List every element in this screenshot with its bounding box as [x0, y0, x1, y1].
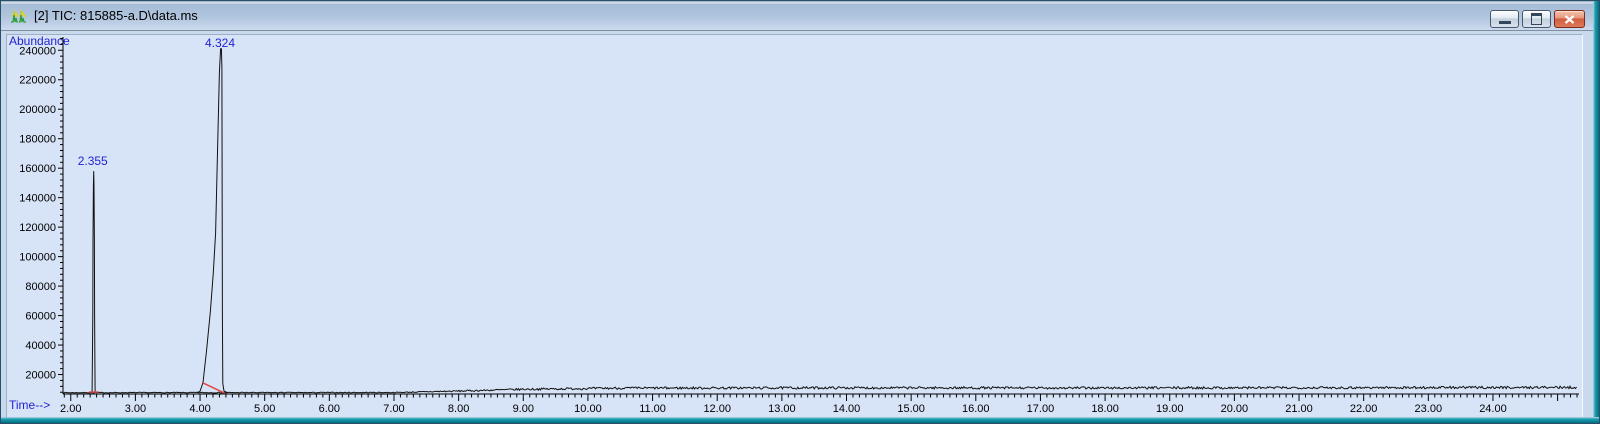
svg-text:3.00: 3.00 [125, 403, 146, 415]
plot-area[interactable]: Abundance Time--> 2000040000600008000010… [6, 34, 1583, 418]
svg-text:24.00: 24.00 [1479, 403, 1507, 415]
chromatogram-icon [10, 8, 27, 25]
svg-text:23.00: 23.00 [1415, 403, 1443, 415]
svg-text:18.00: 18.00 [1091, 403, 1119, 415]
peak-label: 4.324 [205, 36, 235, 50]
close-button[interactable] [1554, 10, 1585, 28]
svg-text:2.00: 2.00 [60, 403, 81, 415]
svg-text:8.00: 8.00 [448, 403, 469, 415]
minimize-button[interactable] [1490, 10, 1519, 28]
window-title: [2] TIC: 815885-a.D\data.ms [34, 8, 198, 23]
svg-text:16.00: 16.00 [962, 403, 990, 415]
svg-text:160000: 160000 [19, 163, 56, 175]
svg-text:40000: 40000 [25, 340, 56, 352]
svg-text:200000: 200000 [19, 104, 56, 116]
svg-text:4.00: 4.00 [189, 403, 210, 415]
svg-text:17.00: 17.00 [1027, 403, 1055, 415]
svg-text:19.00: 19.00 [1156, 403, 1184, 415]
svg-text:220000: 220000 [19, 75, 56, 87]
svg-text:80000: 80000 [25, 281, 56, 293]
svg-text:120000: 120000 [19, 222, 56, 234]
svg-text:180000: 180000 [19, 134, 56, 146]
svg-text:21.00: 21.00 [1285, 403, 1313, 415]
chromatogram-window: [2] TIC: 815885-a.D\data.ms Abundance Ti… [0, 0, 1600, 424]
svg-text:240000: 240000 [19, 45, 56, 57]
chromatogram-chart[interactable]: 20000 40000 60000 80000 100000 120000 140000 16… [7, 35, 1582, 417]
close-icon [1564, 15, 1575, 24]
svg-text:14.00: 14.00 [833, 403, 861, 415]
svg-text:60000: 60000 [25, 311, 56, 323]
restore-icon [1531, 13, 1542, 25]
restore-button[interactable] [1522, 10, 1551, 28]
minimize-icon [1499, 21, 1511, 24]
window-controls [1490, 10, 1585, 28]
svg-text:20000: 20000 [25, 370, 56, 382]
svg-text:7.00: 7.00 [383, 403, 404, 415]
svg-text:140000: 140000 [19, 193, 56, 205]
peak-label: 2.355 [78, 154, 108, 168]
svg-text:9.00: 9.00 [513, 403, 534, 415]
window-edge-bottom [1, 417, 1599, 423]
svg-text:10.00: 10.00 [574, 403, 602, 415]
title-bar[interactable]: [2] TIC: 815885-a.D\data.ms [1, 1, 1593, 31]
svg-text:6.00: 6.00 [319, 403, 340, 415]
svg-text:11.00: 11.00 [639, 403, 666, 415]
svg-text:20.00: 20.00 [1221, 403, 1249, 415]
svg-text:13.00: 13.00 [768, 403, 796, 415]
svg-text:15.00: 15.00 [897, 403, 925, 415]
svg-text:100000: 100000 [19, 252, 56, 264]
window-edge-right [1593, 1, 1599, 423]
svg-text:5.00: 5.00 [254, 403, 275, 415]
svg-text:12.00: 12.00 [703, 403, 731, 415]
svg-text:22.00: 22.00 [1350, 403, 1378, 415]
